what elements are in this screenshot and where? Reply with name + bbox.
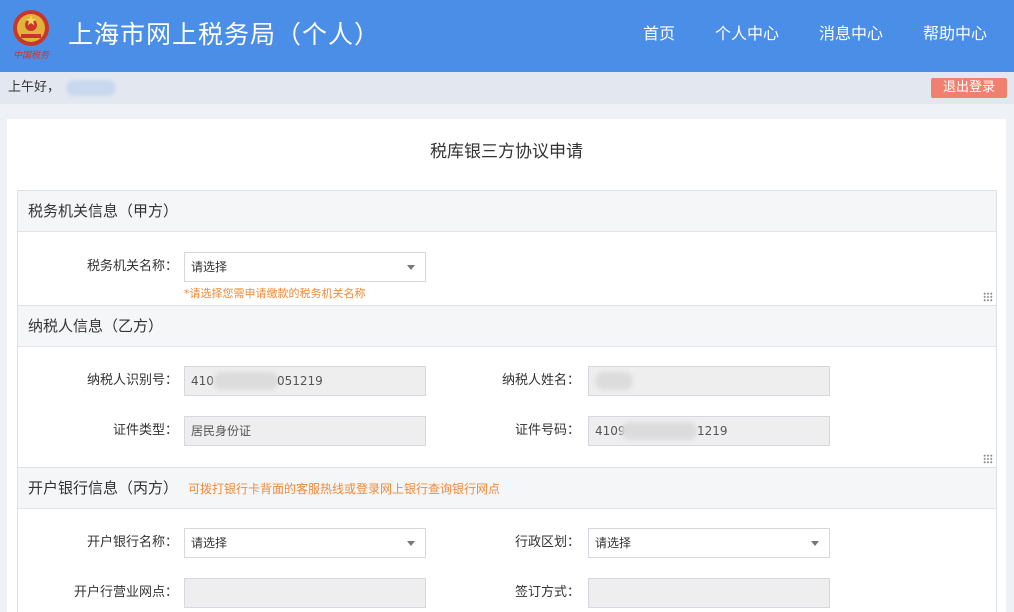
nav-home[interactable]: 首页 xyxy=(643,22,675,46)
section-title: 纳税人信息（乙方） xyxy=(28,317,164,335)
authority-name-label: 税务机关名称： xyxy=(86,259,178,274)
taxpayer-id-label: 纳税人识别号： xyxy=(86,373,178,388)
chevron-down-icon xyxy=(407,541,415,546)
taxpayer-id-field: 410 051219 xyxy=(184,366,426,396)
sign-method-field[interactable] xyxy=(588,578,830,608)
region-select[interactable]: 请选择 xyxy=(588,528,830,558)
taxpayer-id-prefix: 410 xyxy=(191,374,214,388)
select-value: 请选择 xyxy=(191,260,228,274)
section-title: 税务机关信息（甲方） xyxy=(28,202,179,220)
cert-type-label: 证件类型： xyxy=(112,423,178,438)
section-header: 纳税人信息（乙方） xyxy=(18,306,996,347)
site-title: 上海市网上税务局（个人） xyxy=(68,20,381,49)
greeting-bar: 上午好， xyxy=(0,72,1014,104)
select-value: 请选择 xyxy=(191,536,228,550)
taxpayer-name-field xyxy=(588,366,830,396)
logout-button[interactable]: 退出登录 xyxy=(931,78,1007,98)
authority-name-select[interactable]: 请选择 xyxy=(184,252,426,282)
branch-label: 开户行营业网点： xyxy=(73,585,178,600)
taxpayer-id-suffix: 051219 xyxy=(277,374,323,388)
nav-personal-center[interactable]: 个人中心 xyxy=(715,22,779,46)
section-tax-authority: 税务机关信息（甲方） xyxy=(17,190,997,305)
section-header: 税务机关信息（甲方） xyxy=(18,191,996,232)
section-title: 开户银行信息（丙方） xyxy=(28,479,179,497)
tax-emblem-icon: 中国税务 xyxy=(13,10,50,61)
nav-message-center[interactable]: 消息中心 xyxy=(819,22,883,46)
form-title: 税库银三方协议申请 xyxy=(430,142,583,162)
masked-user-name xyxy=(66,80,116,96)
bank-name-label: 开户银行名称： xyxy=(86,535,178,550)
chevron-down-icon xyxy=(811,541,819,546)
region-label: 行政区划： xyxy=(514,535,580,550)
top-header: 中国税务 上海市网上税务局（个人） 首页 个人中心 消息中心 帮助中心 xyxy=(0,0,1014,72)
branch-field[interactable] xyxy=(184,578,426,608)
svg-text:中国税务: 中国税务 xyxy=(13,50,50,61)
cert-no-suffix: 1219 xyxy=(697,424,728,438)
authority-name-hint: *请选择您需申请缴款的税务机关名称 xyxy=(184,287,366,300)
cert-type-field: 居民身份证 xyxy=(184,416,426,446)
cert-no-field: 4109 1219 xyxy=(588,416,830,446)
resize-grip-icon[interactable] xyxy=(983,292,993,302)
select-value: 请选择 xyxy=(595,536,632,550)
greeting-text: 上午好， xyxy=(8,80,61,95)
section-header: 开户银行信息（丙方） 可拨打银行卡背面的客服热线或登录网上银行查询银行网点 xyxy=(18,468,996,509)
taxpayer-name-label: 纳税人姓名： xyxy=(501,373,580,388)
sign-method-label: 签订方式： xyxy=(514,585,580,600)
nav-help-center[interactable]: 帮助中心 xyxy=(923,22,987,46)
masked-segment xyxy=(595,372,633,390)
bank-name-select[interactable]: 请选择 xyxy=(184,528,426,558)
cert-no-label: 证件号码： xyxy=(514,423,580,438)
masked-segment xyxy=(213,372,279,390)
resize-grip-icon[interactable] xyxy=(983,454,993,464)
masked-segment xyxy=(621,422,697,440)
chevron-down-icon xyxy=(407,265,415,270)
bank-section-hint: 可拨打银行卡背面的客服热线或登录网上银行查询银行网点 xyxy=(188,482,501,496)
